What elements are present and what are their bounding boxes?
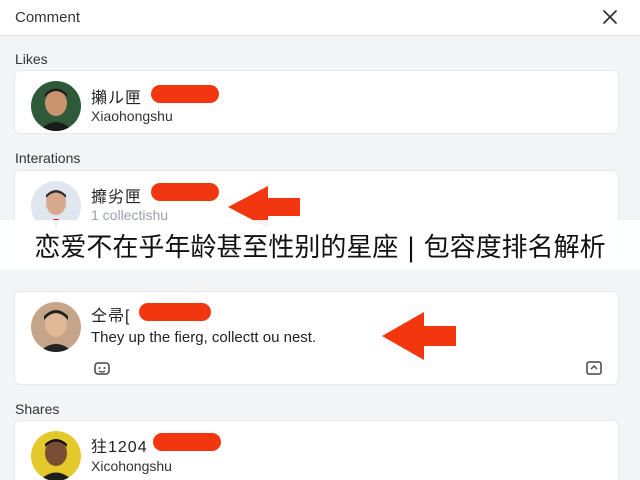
close-icon[interactable]	[601, 8, 619, 26]
share-user-name: 㹥1204	[91, 439, 148, 456]
interactions-section-label: Interations	[15, 150, 81, 166]
dialog-header: Comment	[0, 0, 640, 36]
shares-section-label: Shares	[15, 401, 60, 417]
like-user-subtitle: Xiaohongshu	[91, 108, 173, 124]
dialog-title: Comment	[15, 9, 81, 26]
avatar	[31, 81, 81, 131]
likes-section-label: Likes	[15, 51, 48, 67]
redaction-mark	[151, 85, 219, 103]
avatar	[31, 431, 81, 480]
like-user-name: 攋ル匣	[91, 90, 143, 107]
like-user-card[interactable]: 攋ル匣 Xiaohongshu	[14, 70, 619, 134]
comment-card[interactable]: 仝帚[ They up the fierg, collectt ou nest.	[14, 291, 619, 385]
share-user-subtitle: Xicohongshu	[91, 458, 172, 474]
comment-text: They up the fierg, collectt ou nest.	[91, 329, 317, 346]
pointer-arrow-icon	[382, 312, 456, 360]
redaction-mark	[151, 183, 219, 201]
interaction-user-name: 攠劣匣	[91, 189, 143, 206]
redaction-mark	[153, 433, 221, 451]
share-box-icon[interactable]	[585, 359, 603, 377]
comment-user-name: 仝帚[	[91, 308, 131, 325]
avatar	[31, 302, 81, 352]
share-user-card[interactable]: 㹥1204 Xicohongshu	[14, 420, 619, 480]
emoji-icon[interactable]	[93, 359, 111, 377]
overlay-banner: 恋爱不在乎年龄甚至性别的星座 | 包容度排名解析	[0, 220, 640, 270]
redaction-mark	[139, 303, 211, 321]
